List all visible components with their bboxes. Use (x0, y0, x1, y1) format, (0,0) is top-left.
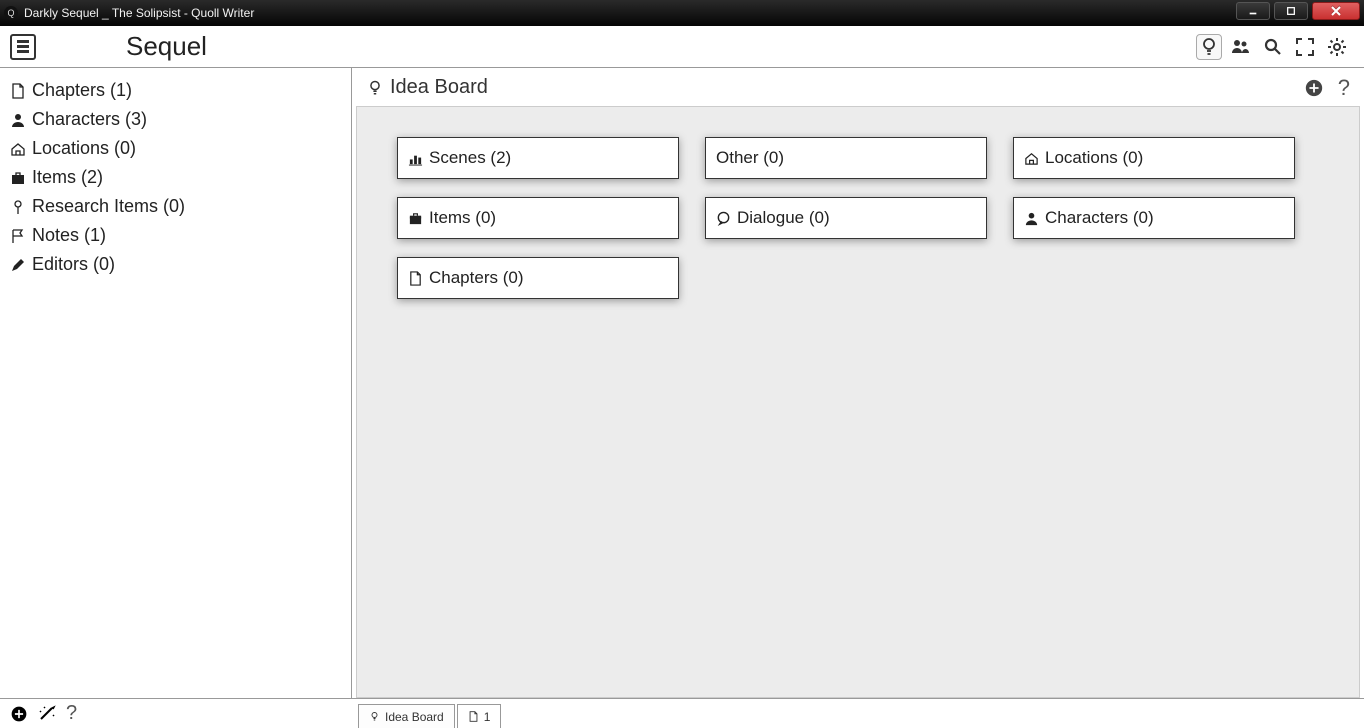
idea-card[interactable]: Characters (0) (1013, 197, 1295, 239)
sidebar-item-label: Locations (0) (32, 138, 136, 159)
tab-label: 1 (484, 710, 491, 724)
contacts-button[interactable] (1228, 34, 1254, 60)
minimize-button[interactable] (1236, 2, 1270, 20)
doc-icon (468, 711, 479, 722)
idea-card[interactable]: Chapters (0) (397, 257, 679, 299)
idea-button[interactable] (1196, 34, 1222, 60)
close-button[interactable] (1312, 2, 1360, 20)
page-title: Idea Board (366, 76, 488, 99)
help-button[interactable]: ? (1338, 75, 1350, 101)
briefcase-icon (408, 211, 423, 226)
sidebar-footer: ? (0, 698, 352, 728)
window-title: Darkly Sequel _ The Solipsist - Quoll Wr… (24, 6, 254, 20)
window-titlebar: Q Darkly Sequel _ The Solipsist - Quoll … (0, 0, 1364, 26)
add-button[interactable] (1304, 78, 1324, 98)
bottom-bar: ? Idea Board 1 (0, 698, 1364, 728)
idea-board-title: Idea Board (390, 76, 488, 99)
help-button[interactable]: ? (66, 702, 77, 725)
sidebar-item[interactable]: Chapters (1) (10, 76, 341, 105)
flag-icon (10, 228, 26, 244)
app-logo-icon[interactable] (10, 34, 36, 60)
header-toolbar (1196, 34, 1364, 60)
tab-label: Idea Board (385, 710, 444, 724)
pin-icon (10, 199, 26, 215)
card-label: Characters (0) (1045, 208, 1154, 228)
window-controls (1234, 0, 1364, 26)
board-grid: Scenes (2) Other (0) Locations (0) Items (0… (397, 137, 1319, 299)
idea-card[interactable]: Items (0) (397, 197, 679, 239)
sidebar: Chapters (1) Characters (3) Locations (0) I… (0, 68, 352, 698)
add-button[interactable] (10, 705, 28, 723)
idea-card[interactable]: Locations (0) (1013, 137, 1295, 179)
sidebar-item[interactable]: Characters (3) (10, 105, 341, 134)
pencil-icon (10, 257, 26, 273)
card-label: Scenes (2) (429, 148, 511, 168)
maximize-button[interactable] (1274, 2, 1308, 20)
person-icon (1024, 211, 1039, 226)
idea-board: Scenes (2) Other (0) Locations (0) Items (0… (356, 106, 1360, 698)
find-button[interactable] (1260, 34, 1286, 60)
sidebar-item-label: Characters (3) (32, 109, 147, 130)
card-label: Locations (0) (1045, 148, 1143, 168)
tab[interactable]: Idea Board (358, 704, 455, 728)
content-area: Idea Board ? Scenes (2) Other (0) Location… (352, 68, 1364, 698)
sidebar-item[interactable]: Editors (0) (10, 250, 341, 279)
sidebar-item-label: Items (2) (32, 167, 103, 188)
app-icon: Q (4, 6, 18, 20)
tab-bar: Idea Board 1 (352, 698, 1364, 728)
sidebar-item-label: Notes (1) (32, 225, 106, 246)
content-header: Idea Board ? (352, 68, 1364, 106)
sidebar-item[interactable]: Items (2) (10, 163, 341, 192)
sidebar-item[interactable]: Notes (1) (10, 221, 341, 250)
main-area: Chapters (1)Characters (3)Locations (0)I… (0, 68, 1364, 698)
sidebar-item[interactable]: Research Items (0) (10, 192, 341, 221)
sidebar-item-label: Editors (0) (32, 254, 115, 275)
fullscreen-button[interactable] (1292, 34, 1318, 60)
tab[interactable]: 1 (457, 704, 502, 728)
sidebar-item-label: Research Items (0) (32, 196, 185, 217)
idea-card[interactable]: Other (0) (705, 137, 987, 179)
card-label: Other (0) (716, 148, 784, 168)
speech-icon (716, 211, 731, 226)
app-header: Sequel (0, 26, 1364, 68)
person-icon (10, 112, 26, 128)
wand-button[interactable] (38, 705, 56, 723)
doc-icon (10, 83, 26, 99)
sidebar-item[interactable]: Locations (0) (10, 134, 341, 163)
idea-icon (366, 79, 384, 97)
chart-icon (408, 151, 423, 166)
settings-button[interactable] (1324, 34, 1350, 60)
home-icon (1024, 151, 1039, 166)
card-label: Dialogue (0) (737, 208, 830, 228)
idea-card[interactable]: Scenes (2) (397, 137, 679, 179)
sidebar-item-label: Chapters (1) (32, 80, 132, 101)
doc-icon (408, 271, 423, 286)
home-icon (10, 141, 26, 157)
card-label: Items (0) (429, 208, 496, 228)
card-label: Chapters (0) (429, 268, 523, 288)
project-title: Sequel (126, 31, 207, 62)
idea-card[interactable]: Dialogue (0) (705, 197, 987, 239)
content-actions: ? (1304, 75, 1350, 101)
idea-icon (369, 711, 380, 722)
briefcase-icon (10, 170, 26, 186)
